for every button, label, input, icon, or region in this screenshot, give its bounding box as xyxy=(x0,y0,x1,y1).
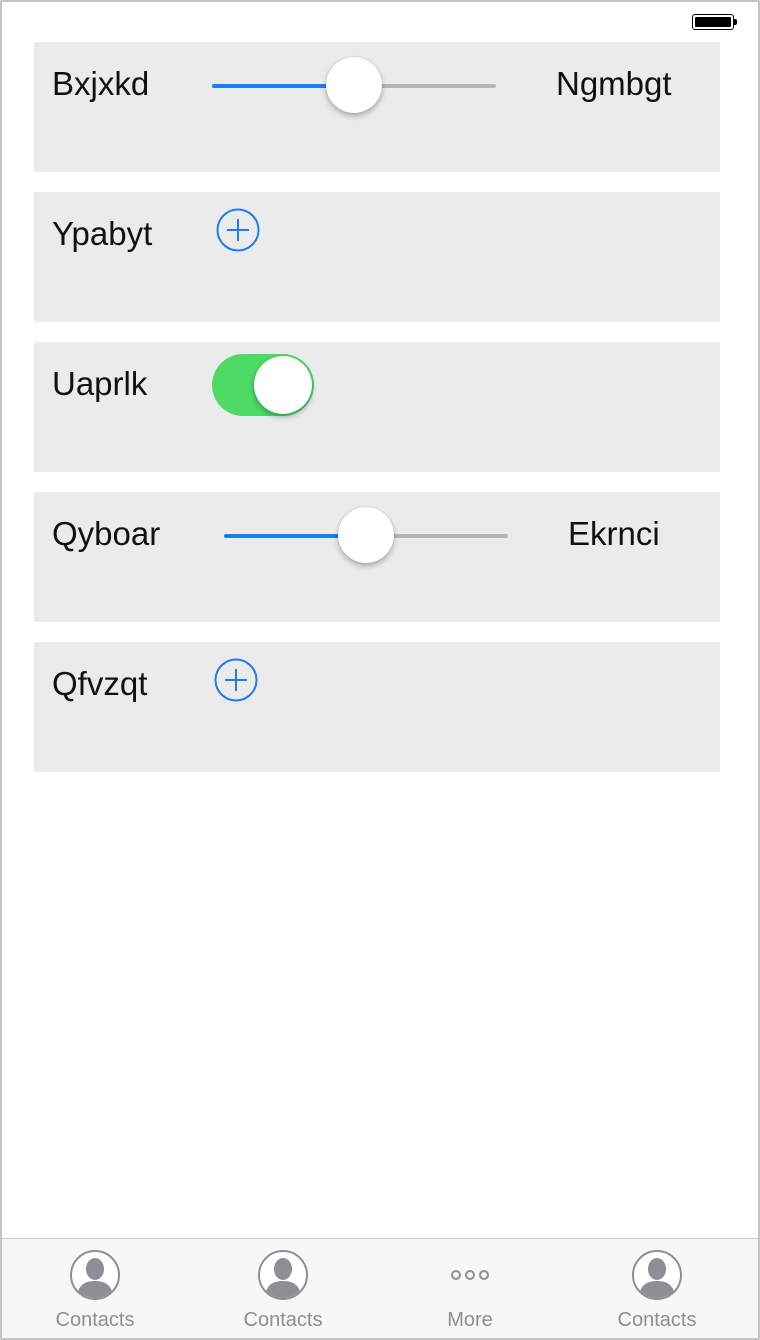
row-label: Qfvzqt xyxy=(52,665,148,702)
toggle-knob xyxy=(254,356,312,414)
slider-row-qyboar: Qyboar Ekrnci xyxy=(34,492,720,622)
contact-icon xyxy=(631,1249,683,1301)
add-circle-icon[interactable] xyxy=(216,208,260,252)
add-row-ypabyt: Ypabyt xyxy=(34,192,720,322)
tab-contacts-3[interactable]: Contacts xyxy=(577,1239,737,1338)
tab-label: Contacts xyxy=(55,1309,135,1331)
slider-row-bxjxkd: Bxjxkd Ngmbgt xyxy=(34,42,720,172)
row-label: Uaprlk xyxy=(52,365,148,402)
row-label: Qyboar xyxy=(52,515,161,552)
value-slider[interactable] xyxy=(212,56,496,116)
contact-icon xyxy=(257,1249,309,1301)
tab-label: Contacts xyxy=(243,1309,323,1331)
slider-max-label: Ngmbgt xyxy=(556,65,672,102)
more-icon xyxy=(444,1249,496,1301)
slider-max-label: Ekrnci xyxy=(568,515,660,552)
tab-bar: Contacts Contacts More Contacts xyxy=(2,1238,758,1338)
contact-icon xyxy=(69,1249,121,1301)
value-slider[interactable] xyxy=(224,506,508,566)
tab-contacts-1[interactable]: Contacts xyxy=(15,1239,175,1338)
slider-thumb[interactable] xyxy=(326,57,382,113)
tab-more[interactable]: More xyxy=(390,1239,550,1338)
tab-label: More xyxy=(447,1309,493,1331)
slider-thumb[interactable] xyxy=(338,507,394,563)
row-label: Bxjxkd xyxy=(52,65,150,102)
app-screen: Bxjxkd Ngmbgt Ypabyt Uaprlk Qyboar Ekrnc… xyxy=(0,0,760,1340)
add-circle-icon[interactable] xyxy=(214,658,258,702)
tab-label: Contacts xyxy=(617,1309,697,1331)
battery-full-icon xyxy=(692,14,737,32)
toggle-switch[interactable] xyxy=(212,354,314,416)
tab-contacts-2[interactable]: Contacts xyxy=(203,1239,363,1338)
toggle-row-uaprlk: Uaprlk xyxy=(34,342,720,472)
add-row-qfvzqt: Qfvzqt xyxy=(34,642,720,772)
row-label: Ypabyt xyxy=(52,215,153,252)
